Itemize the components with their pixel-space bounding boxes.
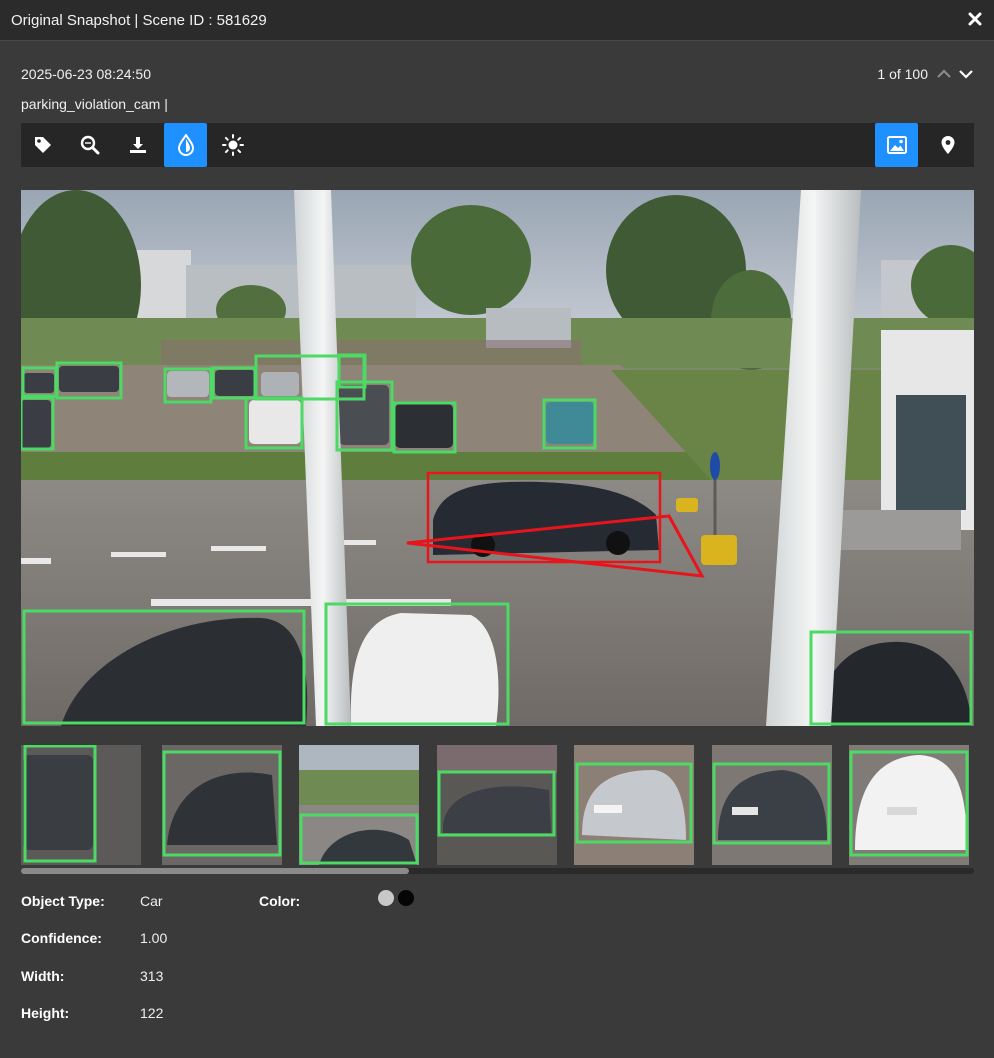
window-title: Original Snapshot | Scene ID : 581629 <box>11 12 267 29</box>
chevron-down-icon[interactable] <box>958 66 974 82</box>
thumbnail-item[interactable] <box>849 745 969 865</box>
image-toolbar <box>21 123 974 167</box>
chevron-up-icon[interactable] <box>936 66 952 82</box>
object-type-label: Object Type: <box>21 893 105 909</box>
tag-button[interactable] <box>21 123 64 167</box>
confidence-label: Confidence: <box>21 930 102 946</box>
image-view-button[interactable] <box>875 123 918 167</box>
thumbnail-item[interactable] <box>437 745 557 865</box>
color-drop-button[interactable] <box>164 123 207 167</box>
snapshot-timestamp: 2025-06-23 08:24:50 <box>21 66 151 82</box>
pager: 1 of 100 <box>877 64 974 84</box>
thumbnail-item[interactable] <box>712 745 832 865</box>
color-label: Color: <box>259 893 301 909</box>
height-label: Height: <box>21 1005 70 1021</box>
snapshot-image[interactable] <box>21 190 974 726</box>
camera-name: parking_violation_cam | <box>21 96 168 112</box>
thumbnail-scroll-thumb[interactable] <box>21 868 409 874</box>
zoom-button[interactable] <box>68 123 111 167</box>
close-icon[interactable] <box>964 8 986 30</box>
width-label: Width: <box>21 968 65 984</box>
tag-icon <box>34 137 51 153</box>
width-value: 313 <box>140 968 164 984</box>
confidence-value: 1.00 <box>140 930 168 946</box>
map-location-button[interactable] <box>926 123 969 167</box>
color-swatch-black <box>398 890 414 906</box>
detection-thumbnails <box>21 745 974 865</box>
height-value: 122 <box>140 1005 164 1021</box>
location-pin-icon <box>941 136 954 154</box>
thumbnail-item[interactable] <box>162 745 282 865</box>
brightness-button[interactable] <box>211 123 254 167</box>
zoom-search-icon <box>80 135 99 155</box>
title-bar: Original Snapshot | Scene ID : 581629 <box>0 0 994 41</box>
thumbnail-item[interactable] <box>21 745 141 865</box>
brightness-icon <box>221 134 244 156</box>
thumbnail-item[interactable] <box>299 745 419 865</box>
page-counter: 1 of 100 <box>877 66 928 82</box>
thumbnail-item[interactable] <box>574 745 694 865</box>
download-icon <box>129 137 146 153</box>
download-button[interactable] <box>116 123 159 167</box>
object-type-value: Car <box>140 893 163 909</box>
color-swatch-light-gray <box>378 890 394 906</box>
thumbnail-scrollbar[interactable] <box>21 868 974 874</box>
color-drop-icon <box>177 134 194 156</box>
image-icon <box>886 136 907 154</box>
